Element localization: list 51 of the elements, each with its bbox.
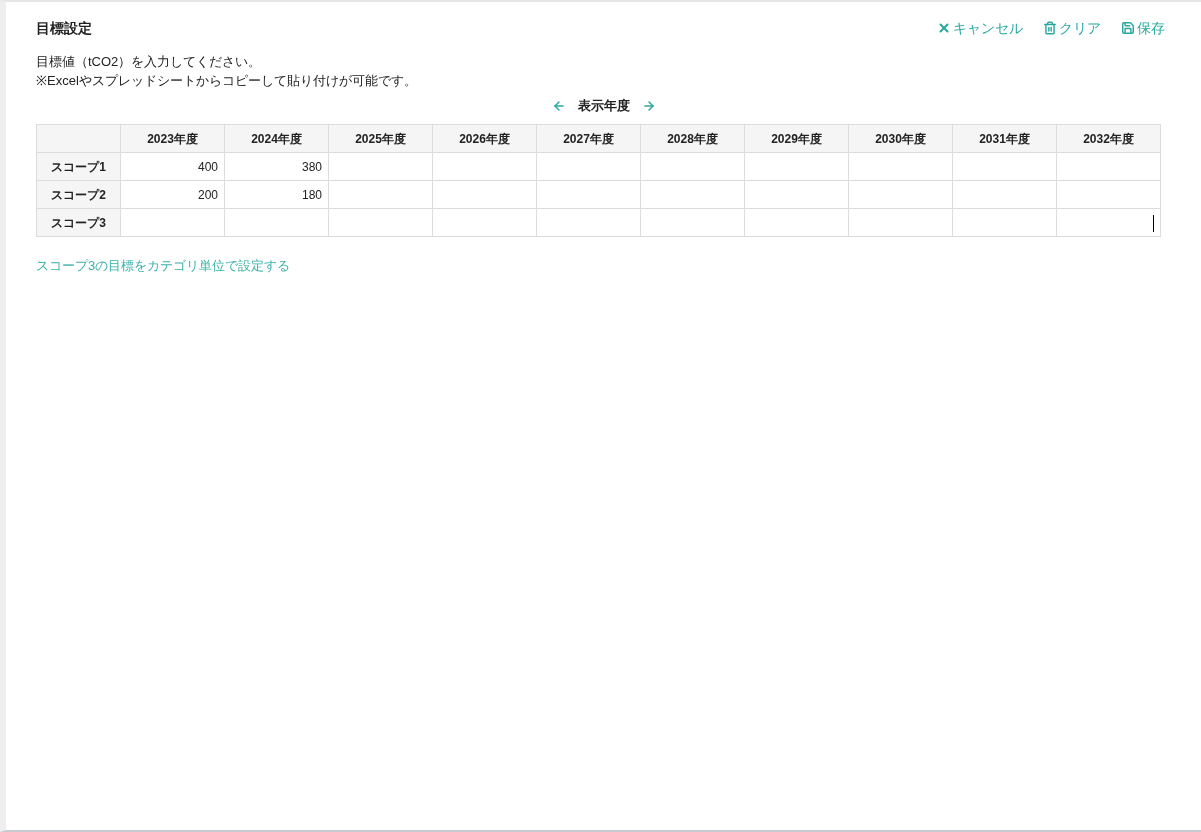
input-cell[interactable] [848,208,953,237]
column-header: 2032年度 [1056,124,1161,153]
input-cell[interactable] [848,152,953,181]
input-cell[interactable] [120,208,225,237]
input-cell[interactable] [536,152,641,181]
row-header: スコープ1 [36,152,121,181]
instruction-text: ※Excelやスプレッドシートからコピーして貼り付けが可能です。 [36,72,418,90]
input-cell[interactable] [952,152,1057,181]
column-header: 2031年度 [952,124,1057,153]
input-cell[interactable] [744,208,849,237]
input-cell[interactable] [432,180,537,209]
input-cell[interactable] [328,208,433,237]
next-year-button[interactable] [641,99,656,113]
year-nav-label: 表示年度 [577,97,630,116]
input-cell[interactable] [536,208,641,237]
input-cell[interactable] [952,208,1057,237]
instruction-text: 目標値（tCO2）を入力してください。 [36,53,263,71]
close-icon [937,21,951,35]
input-cell[interactable] [432,208,537,237]
column-header: 2027年度 [536,124,641,153]
input-cell[interactable]: 400 [120,152,225,181]
input-cell[interactable]: 180 [224,180,329,209]
previous-year-button[interactable] [551,99,566,113]
column-header: 2024年度 [224,124,329,153]
column-header: 2028年度 [640,124,745,153]
input-cell[interactable] [432,152,537,181]
input-cell[interactable]: 200 [120,180,225,209]
input-cell[interactable] [224,208,329,237]
trash-icon [1043,21,1057,35]
input-cell[interactable] [744,180,849,209]
page-title: 目標設定 [36,18,92,38]
input-cell[interactable] [1056,152,1161,181]
row-header: スコープ2 [36,180,121,209]
input-cell[interactable] [1056,208,1161,237]
input-cell[interactable] [328,180,433,209]
input-cell[interactable] [1056,180,1161,209]
input-cell[interactable] [536,180,641,209]
input-cell[interactable] [640,180,745,209]
input-cell[interactable] [640,208,745,237]
input-cell[interactable] [744,152,849,181]
row-header: スコープ3 [36,208,121,237]
input-cell[interactable] [640,152,745,181]
column-header: 2023年度 [120,124,225,153]
column-header: 2026年度 [432,124,537,153]
column-header: 2030年度 [848,124,953,153]
input-cell[interactable]: 380 [224,152,329,181]
column-header: 2029年度 [744,124,849,153]
input-cell[interactable] [952,180,1057,209]
input-cell[interactable] [328,152,433,181]
input-cell[interactable] [848,180,953,209]
column-header: 2025年度 [328,124,433,153]
